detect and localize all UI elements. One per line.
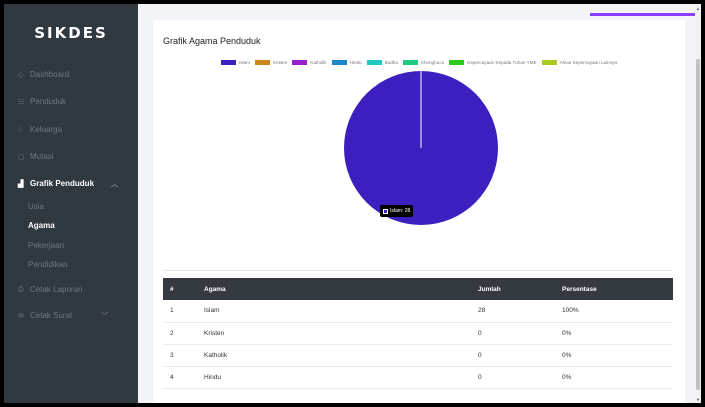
sidebar-item-label: Mutasi <box>30 152 54 161</box>
print-icon: ⎙ <box>18 285 24 293</box>
sidebar-item-dashboard[interactable]: ◇ Dashboard <box>18 70 69 79</box>
sidebar-subitem-agama[interactable]: Agama <box>28 221 55 230</box>
sidebar-item-keluarga[interactable]: ⌂ Keluarga <box>18 125 62 134</box>
cell-persentase: 0% <box>562 373 572 381</box>
column-header-jumlah: Jumlah <box>478 285 501 293</box>
sidebar-item-mutasi[interactable]: ▢ Mutasi <box>18 152 54 161</box>
cell-agama: Hindu <box>204 373 221 381</box>
table-row: 1 Islam 28 100% <box>163 300 673 322</box>
sidebar-item-cetak-surat[interactable]: ✉ Cetak Surat ﹀ <box>18 311 108 320</box>
cell-persentase: 0% <box>562 351 572 359</box>
sidebar: SIKDES ◇ Dashboard ☷ Penduduk ⌂ Keluarga… <box>4 4 138 403</box>
column-header-agama: Agama <box>204 285 226 293</box>
cell-number: 2 <box>170 329 174 337</box>
sidebar-item-grafik-penduduk[interactable]: ▟ Grafik Penduduk ︿ <box>18 179 118 188</box>
top-accent-bar <box>590 13 701 16</box>
scroll-down-icon[interactable]: ▼ <box>696 397 700 402</box>
mail-icon: ✉ <box>18 312 24 320</box>
sidebar-item-label: Keluarga <box>30 125 63 134</box>
cell-persentase: 0% <box>562 329 572 337</box>
cell-agama: Kristen <box>204 329 225 337</box>
cell-number: 3 <box>170 351 174 359</box>
dashboard-icon: ◇ <box>18 71 24 79</box>
people-icon: ☷ <box>18 98 25 106</box>
brand-logo[interactable]: SIKDES <box>4 4 138 62</box>
agama-table: # Agama Jumlah Persentase 1 Islam 28 100… <box>163 278 673 389</box>
tooltip-swatch <box>383 208 388 214</box>
sidebar-item-cetak-laporan[interactable]: ⎙ Cetak Laporan <box>18 285 82 294</box>
cell-jumlah: 0 <box>478 329 482 337</box>
table-row: 4 Hindu 0 0% <box>163 366 673 388</box>
bar-chart-icon: ▟ <box>18 180 24 188</box>
sidebar-item-penduduk[interactable]: ☷ Penduduk <box>18 97 66 106</box>
table-header-row: # Agama Jumlah Persentase <box>163 278 673 300</box>
transfer-icon: ▢ <box>18 153 25 161</box>
sidebar-item-label: Grafik Penduduk <box>30 179 95 188</box>
sidebar-item-label: Dashboard <box>30 70 70 79</box>
sidebar-item-label: Penduduk <box>30 97 67 106</box>
sidebar-subitem-pendidikan[interactable]: Pendidikan <box>28 260 68 269</box>
pie-chart[interactable] <box>153 20 685 270</box>
scrollbar-thumb[interactable] <box>696 59 700 390</box>
chart-tooltip: Islam: 28 <box>380 205 414 217</box>
sidebar-item-label: Cetak Surat <box>30 311 73 320</box>
cell-jumlah: 0 <box>478 373 482 381</box>
cell-jumlah: 0 <box>478 351 482 359</box>
column-header-persentase: Persentase <box>562 285 597 293</box>
divider <box>163 270 673 271</box>
table-row: 3 Katholik 0 0% <box>163 344 673 366</box>
sidebar-item-label: Cetak Laporan <box>30 285 83 294</box>
chart-card: Grafik Agama Penduduk Islam Kristen Kathol… <box>153 20 685 403</box>
cell-persentase: 100% <box>562 307 579 315</box>
chevron-down-icon: ﹀ <box>101 312 109 320</box>
cell-number: 4 <box>170 373 174 381</box>
home-icon: ⌂ <box>18 126 23 133</box>
app-frame: SIKDES ◇ Dashboard ☷ Penduduk ⌂ Keluarga… <box>4 4 701 403</box>
cell-number: 1 <box>170 307 174 315</box>
cell-agama: Islam <box>204 307 220 315</box>
scrollbar[interactable]: ▲ ▼ <box>695 4 701 403</box>
cell-jumlah: 28 <box>478 307 486 315</box>
cell-agama: Katholik <box>204 351 228 359</box>
sidebar-subitem-pekerjaan[interactable]: Pekerjaan <box>28 241 64 250</box>
sidebar-subitem-usia[interactable]: Usia <box>28 202 44 211</box>
table-row: 2 Kristen 0 0% <box>163 322 673 344</box>
chevron-up-icon: ︿ <box>111 180 119 188</box>
tooltip-text: Islam: 28 <box>390 208 411 214</box>
scroll-up-icon[interactable]: ▲ <box>696 6 700 11</box>
column-header-number: # <box>170 285 174 293</box>
